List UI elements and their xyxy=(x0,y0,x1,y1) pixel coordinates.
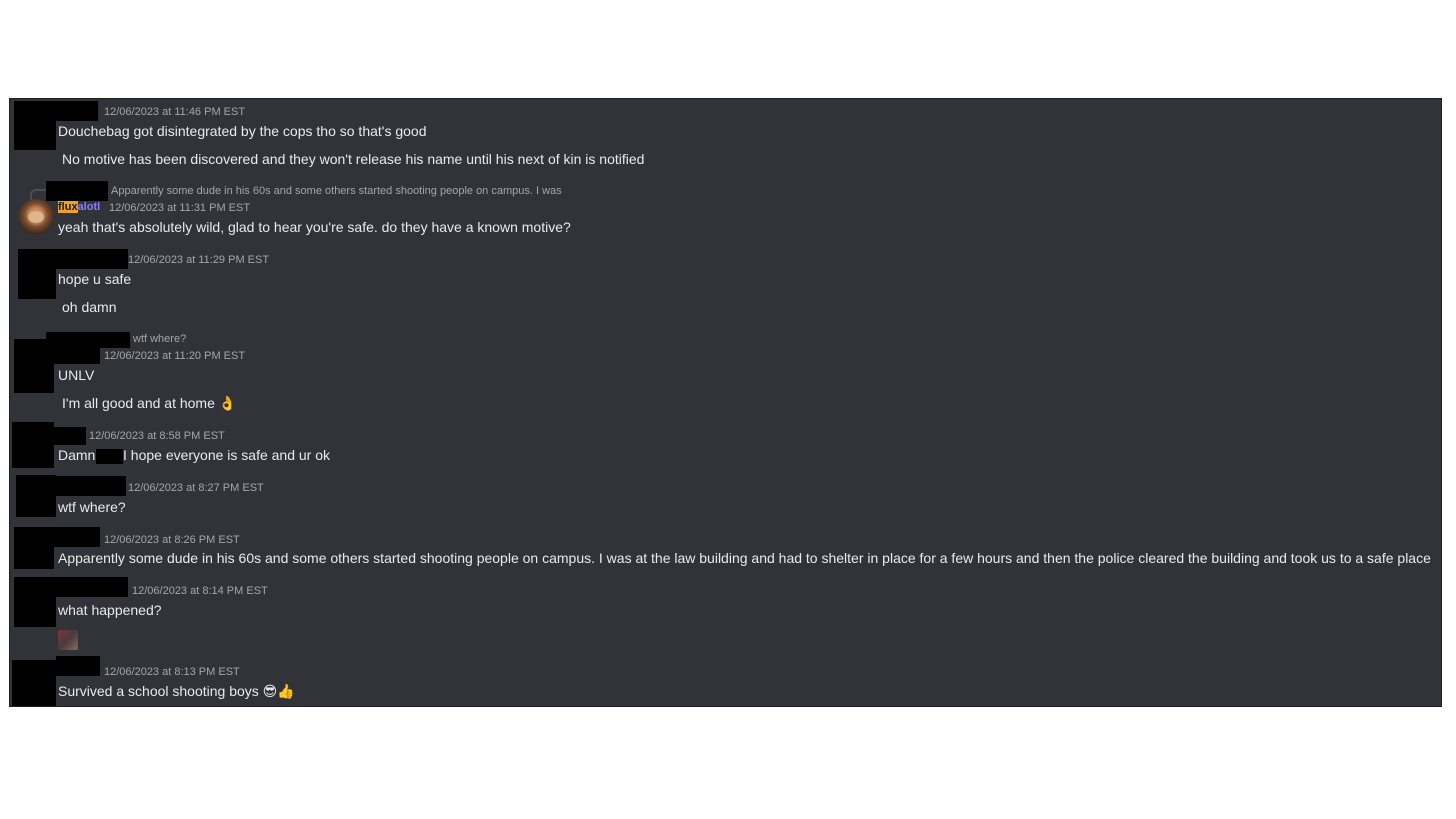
username-part: flux xyxy=(58,201,78,213)
redacted-username[interactable] xyxy=(56,249,128,269)
message-timestamp: 12/06/2023 at 11:31 PM EST xyxy=(109,202,251,214)
chat-log: 12/06/2023 at 11:46 PM EST Douchebag got… xyxy=(10,99,1441,706)
user-avatar[interactable] xyxy=(18,199,54,235)
message-text: yeah that's absolutely wild, glad to hea… xyxy=(58,219,571,235)
redacted-username[interactable] xyxy=(56,577,128,597)
message-text: I'm all good and at home 👌 xyxy=(62,395,237,411)
redacted-avatar xyxy=(12,422,54,468)
redacted-avatar xyxy=(14,101,56,150)
message-text: wtf where? xyxy=(58,499,126,515)
redacted-avatar xyxy=(18,249,56,299)
redacted-avatar xyxy=(16,475,56,517)
redacted-username[interactable] xyxy=(54,348,100,364)
message-timestamp: 12/06/2023 at 8:13 PM EST xyxy=(104,666,240,678)
message-timestamp: 12/06/2023 at 8:58 PM EST xyxy=(89,430,225,442)
message-timestamp: 12/06/2023 at 8:26 PM EST xyxy=(104,534,240,546)
message-timestamp: 12/06/2023 at 8:27 PM EST xyxy=(128,482,264,494)
message-text: UNLV xyxy=(58,367,95,383)
message-text: oh damn xyxy=(62,299,117,315)
reply-preview[interactable]: wtf where? xyxy=(133,333,186,345)
message-text: I hope everyone is safe and ur ok xyxy=(123,447,331,463)
redacted-mention xyxy=(96,449,123,464)
redacted-avatar xyxy=(14,577,56,627)
message-text: what happened? xyxy=(58,602,162,618)
message-text: Apparently some dude in his 60s and some… xyxy=(58,550,1431,566)
redacted-username[interactable] xyxy=(56,101,98,121)
message-text: hope u safe xyxy=(58,271,132,287)
redacted-reply-author[interactable] xyxy=(46,181,108,201)
message-timestamp: 12/06/2023 at 11:20 PM EST xyxy=(104,350,246,362)
redacted-avatar xyxy=(14,339,54,393)
redacted-avatar xyxy=(14,527,54,569)
username[interactable]: fluxalotl xyxy=(58,201,100,213)
redacted-username[interactable] xyxy=(56,476,126,496)
message-text: Damn xyxy=(58,447,96,463)
redacted-username[interactable] xyxy=(56,656,100,676)
image-attachment[interactable] xyxy=(58,630,78,650)
redacted-reply-author[interactable] xyxy=(46,332,130,348)
redacted-username[interactable] xyxy=(54,527,100,547)
reply-preview[interactable]: Apparently some dude in his 60s and some… xyxy=(111,185,562,197)
message-timestamp: 12/06/2023 at 11:46 PM EST xyxy=(104,106,246,118)
username-part: alotl xyxy=(77,201,101,213)
redacted-username[interactable] xyxy=(54,427,86,445)
redacted-avatar xyxy=(12,660,56,706)
message-text: Douchebag got disintegrated by the cops … xyxy=(58,123,427,139)
message-text: No motive has been discovered and they w… xyxy=(62,151,645,167)
message-timestamp: 12/06/2023 at 11:29 PM EST xyxy=(128,254,270,266)
message-timestamp: 12/06/2023 at 8:14 PM EST xyxy=(132,585,268,597)
message-text: Survived a school shooting boys 😎👍 xyxy=(58,683,295,699)
